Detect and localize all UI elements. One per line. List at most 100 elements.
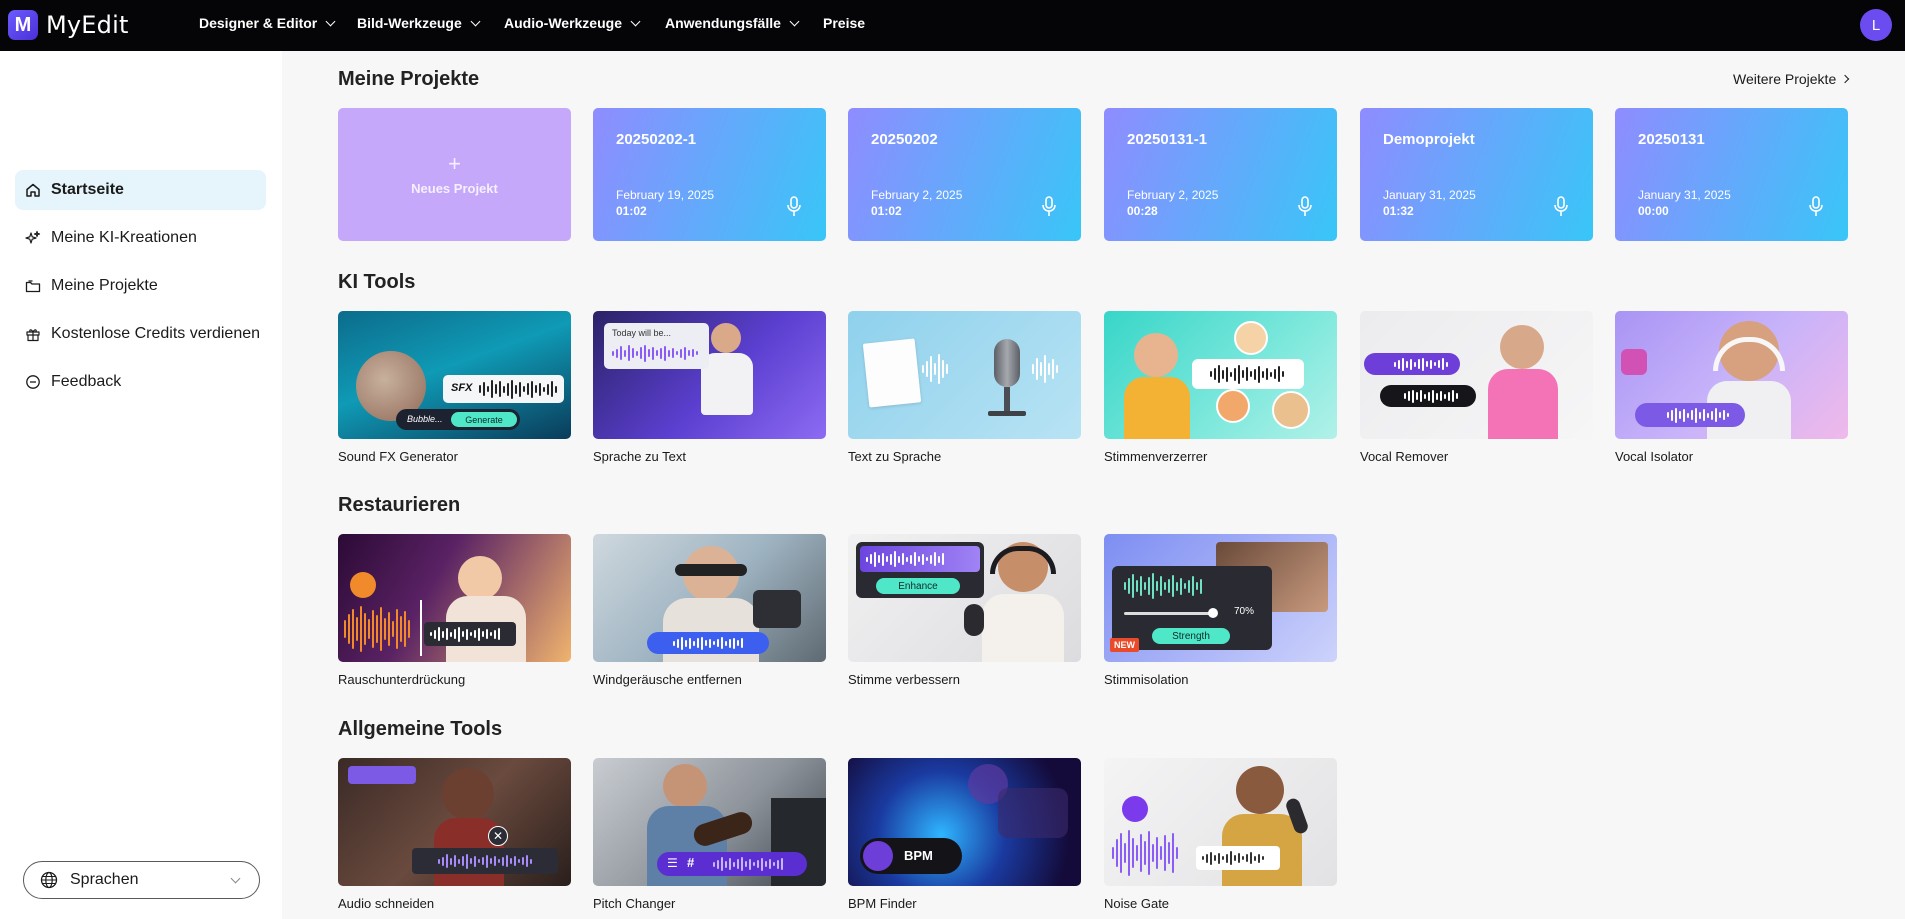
sidebar-item-label: Startseite [51,181,124,198]
project-date: February 2, 2025 [1127,188,1219,202]
project-card[interactable]: 20250131 January 31, 2025 00:00 [1615,108,1848,241]
waveform-icon [1210,364,1284,384]
nav-preise[interactable]: Preise [823,15,865,31]
nav-anwendungsfaelle[interactable]: Anwendungsfälle [665,15,800,31]
waveform-icon [479,379,557,399]
heartbeat-icon [863,841,893,871]
waveform-icon [673,636,743,650]
tool-card-voice-changer[interactable]: Stimmenverzerrer [1104,311,1337,464]
sparkle-icon [25,230,41,244]
tool-card-bpm-finder[interactable]: BPM BPM Finder [848,758,1081,911]
tool-label: Sprache zu Text [593,449,686,464]
more-projects-link[interactable]: Weitere Projekte [1733,71,1850,87]
project-duration: 00:00 [1638,204,1669,218]
tool-thumbnail [1104,311,1337,439]
voice-waveform-panel [1192,359,1304,389]
nav-audio-werkzeuge[interactable]: Audio-Werkzeuge [504,15,641,31]
tool-card-noise-gate[interactable]: Noise Gate [1104,758,1337,911]
microphone-icon [1809,196,1823,216]
tool-thumbnail: ✕ [338,758,571,886]
tool-card-vocal-remover[interactable]: Vocal Remover [1360,311,1593,464]
more-projects-label: Weitere Projekte [1733,71,1837,87]
tool-label: Pitch Changer [593,896,676,911]
tool-label: Vocal Isolator [1615,449,1694,464]
chevron-down-icon [630,16,641,26]
tool-label: Rauschunterdrückung [338,672,466,687]
chevron-down-icon [789,16,800,26]
tool-thumbnail [1615,311,1848,439]
tool-thumbnail [848,311,1081,439]
tool-card-pitch-changer[interactable]: ☰ # Pitch Changer [593,758,826,911]
tool-card-noise-reduction[interactable]: Rauschunterdrückung [338,534,571,687]
waveform-icon [713,856,783,872]
language-label: Sprachen [70,871,139,888]
gate-output-panel [1196,846,1280,870]
sidebar-item-ki-kreationen[interactable]: Meine KI-Kreationen [15,218,266,258]
top-navigation-bar: M MyEdit Designer & Editor Bild-Werkzeug… [0,0,1905,51]
sidebar-item-label: Feedback [51,373,122,390]
new-project-button[interactable]: + Neues Projekt [338,108,571,241]
tool-card-wind-removal[interactable]: Windgeräusche entfernen [593,534,826,687]
tool-thumbnail: BPM [848,758,1081,886]
sidebar-item-credits[interactable]: Kostenlose Credits verdienen [15,314,266,354]
tool-card-speech-to-text[interactable]: Today will be... Sprache zu Text [593,311,826,464]
tool-label: Stimmisolation [1104,672,1189,687]
strength-button: Strength [1152,628,1230,644]
section-title-general: Allgemeine Tools [338,718,503,740]
project-card[interactable]: 20250202-1 February 19, 2025 01:02 [593,108,826,241]
audio-timeline [412,848,558,874]
project-name: 20250131-1 [1127,131,1208,148]
project-duration: 00:28 [1127,204,1158,218]
new-project-label: Neues Projekt [411,181,498,196]
new-badge: NEW [1110,638,1139,652]
project-duration: 01:02 [616,204,647,218]
prompt-text: Bubble... [407,414,443,424]
tool-card-text-to-speech[interactable]: Text zu Sprache [848,311,1081,464]
sidebar: Startseite Meine KI-Kreationen Meine Pro… [0,51,282,919]
nav-bild-werkzeuge[interactable]: Bild-Werkzeuge [357,15,481,31]
tool-label: Stimme verbessern [848,672,960,687]
music-note-icon [1621,349,1647,375]
language-selector[interactable]: Sprachen [23,861,260,899]
enhance-panel: Enhance [856,542,984,598]
tool-card-audio-cut[interactable]: ✕ Audio schneiden [338,758,571,911]
project-card[interactable]: Demoprojekt January 31, 2025 01:32 [1360,108,1593,241]
section-title-projects: Meine Projekte [338,68,480,90]
audio-clip-chip [348,766,416,784]
tool-label: Vocal Remover [1360,449,1449,464]
avatar[interactable]: L [1860,9,1892,41]
bpm-badge: BPM [904,848,933,863]
bpm-badge-pill: BPM [860,838,962,874]
audio-icon [1122,796,1148,822]
sharp-icon: # [687,855,695,870]
chevron-down-icon [230,873,241,884]
project-card[interactable]: 20250131-1 February 2, 2025 00:28 [1104,108,1337,241]
tool-card-enhance-voice[interactable]: Enhance Stimme verbessern [848,534,1081,687]
feedback-icon [26,375,40,389]
audio-icon [350,572,376,598]
project-date: January 31, 2025 [1383,188,1476,202]
project-name: 20250202-1 [616,131,697,148]
tool-card-vocal-isolator[interactable]: Vocal Isolator [1615,311,1848,464]
tool-thumbnail: Today will be... [593,311,826,439]
sidebar-item-feedback[interactable]: Feedback [15,362,266,402]
logo-icon: M [8,10,38,40]
tool-thumbnail [338,534,571,662]
waveform-icon [430,626,500,642]
waveform-icon [1202,850,1264,866]
nav-designer-editor[interactable]: Designer & Editor [199,15,336,31]
project-card[interactable]: 20250202 February 2, 2025 01:02 [848,108,1081,241]
sidebar-item-meine-projekte[interactable]: Meine Projekte [15,266,266,306]
tool-thumbnail [1104,758,1337,886]
tool-card-sound-fx[interactable]: SFX Bubble... Generate Sound FX Generato… [338,311,571,464]
sidebar-item-startseite[interactable]: Startseite [15,170,266,210]
wind-filter-pill [647,632,769,654]
chevron-right-icon [1840,74,1850,84]
tool-thumbnail: ☰ # [593,758,826,886]
tool-card-voice-isolation[interactable]: 70% Strength NEW Stimmisolation [1104,534,1337,687]
transcript-panel: Today will be... [604,323,709,369]
prompt-bar: Bubble... Generate [396,409,520,430]
waveform-icon [1404,389,1458,403]
globe-icon [40,871,58,889]
logo[interactable]: M MyEdit [8,10,129,40]
